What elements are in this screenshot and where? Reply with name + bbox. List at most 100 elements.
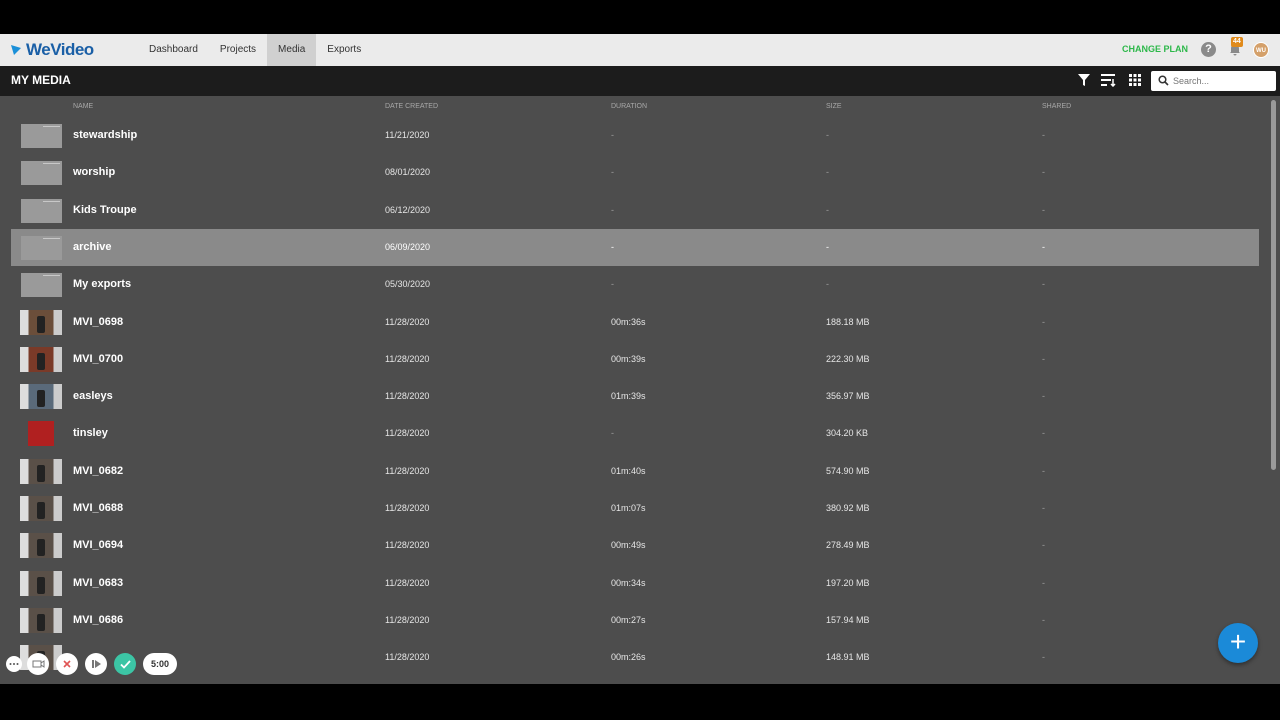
- media-thumbnail: [20, 458, 62, 484]
- cancel-recording-button[interactable]: [56, 653, 78, 675]
- media-thumbnail: [20, 309, 62, 335]
- table-row[interactable]: 11/28/2020 00m:26s 148.91 MB -: [11, 639, 1259, 676]
- nav-dashboard[interactable]: Dashboard: [138, 34, 209, 66]
- row-name: MVI_0694: [73, 539, 124, 552]
- row-shared: -: [1042, 391, 1045, 402]
- table-row[interactable]: MVI_0686 11/28/2020 00m:27s 157.94 MB -: [11, 602, 1259, 639]
- row-name: MVI_0686: [73, 613, 124, 626]
- row-shared: -: [1042, 241, 1045, 252]
- media-thumbnail: [20, 421, 62, 447]
- folder-icon: [21, 124, 62, 148]
- row-shared: -: [1042, 577, 1045, 588]
- row-duration: 00m:49s: [611, 540, 646, 551]
- row-size: -: [826, 279, 829, 290]
- help-icon[interactable]: ?: [1201, 42, 1216, 57]
- camera-icon: [32, 660, 44, 668]
- table-row[interactable]: easleys 11/28/2020 01m:39s 356.97 MB -: [11, 378, 1259, 415]
- row-duration: -: [611, 167, 614, 178]
- table-row[interactable]: MVI_0688 11/28/2020 01m:07s 380.92 MB -: [11, 490, 1259, 527]
- table-row[interactable]: MVI_0698 11/28/2020 00m:36s 188.18 MB -: [11, 304, 1259, 341]
- row-size: 278.49 MB: [826, 540, 870, 551]
- row-shared: -: [1042, 279, 1045, 290]
- table-row[interactable]: worship 08/01/2020 - - -: [11, 154, 1259, 191]
- row-duration: 01m:07s: [611, 503, 646, 513]
- top-navigation-bar: WeVideo Dashboard Projects Media Exports…: [0, 34, 1280, 66]
- row-date-created: 11/28/2020: [385, 316, 430, 327]
- table-row[interactable]: MVI_0694 11/28/2020 00m:49s 278.49 MB -: [11, 527, 1259, 564]
- recording-timer: 5:00: [143, 653, 178, 675]
- row-date-created: 06/09/2020: [385, 241, 431, 252]
- camera-toggle-button[interactable]: [27, 653, 49, 675]
- row-date-created: 11/28/2020: [385, 614, 430, 625]
- grid-view-icon[interactable]: [1128, 73, 1142, 87]
- column-header-duration[interactable]: DURATION: [611, 103, 647, 110]
- row-shared: -: [1042, 316, 1045, 327]
- table-row[interactable]: tinsley 11/28/2020 - 304.20 KB -: [11, 415, 1259, 452]
- row-name: MVI_0688: [73, 502, 124, 514]
- column-header-shared[interactable]: SHARED: [1042, 103, 1071, 110]
- page-title: MY MEDIA: [11, 73, 71, 87]
- finish-recording-button[interactable]: [114, 653, 136, 675]
- scrollbar[interactable]: [1271, 100, 1276, 470]
- row-duration: 00m:39s: [611, 353, 646, 364]
- user-avatar[interactable]: WU: [1253, 42, 1269, 58]
- nav-exports[interactable]: Exports: [316, 34, 372, 66]
- row-size: 188.18 MB: [826, 316, 870, 327]
- row-date-created: 11/28/2020: [385, 428, 430, 439]
- filter-icon[interactable]: [1077, 73, 1091, 87]
- row-size: -: [826, 204, 829, 215]
- row-size: 304.20 KB: [826, 428, 869, 439]
- media-list: NAME DATE CREATED DURATION SIZE SHARED s…: [0, 96, 1280, 684]
- table-row[interactable]: Kids Troupe 06/12/2020 - - -: [11, 192, 1259, 229]
- sort-icon[interactable]: [1101, 73, 1117, 87]
- add-button[interactable]: +: [1218, 623, 1258, 663]
- search-icon: [1158, 75, 1169, 86]
- row-duration: 00m:34s: [611, 577, 646, 588]
- row-duration: -: [611, 428, 614, 439]
- row-duration: -: [611, 241, 614, 252]
- table-row[interactable]: My exports 05/30/2020 - - -: [11, 266, 1259, 303]
- play-logo-icon: [11, 45, 21, 55]
- column-header-size[interactable]: SIZE: [826, 103, 842, 110]
- wevideo-logo[interactable]: WeVideo: [10, 40, 94, 59]
- row-name: MVI_0698: [73, 315, 124, 328]
- table-row[interactable]: stewardship 11/21/2020 - - -: [11, 117, 1259, 154]
- more-options-button[interactable]: [6, 656, 22, 672]
- row-size: 197.20 MB: [826, 577, 870, 588]
- table-row[interactable]: archive 06/09/2020 - - -: [11, 228, 1259, 266]
- search-input[interactable]: [1173, 73, 1269, 89]
- folder-icon: [21, 161, 62, 186]
- row-shared: -: [1042, 353, 1045, 364]
- row-duration: -: [611, 130, 614, 140]
- table-row[interactable]: MVI_0682 11/28/2020 01m:40s 574.90 MB -: [11, 453, 1259, 490]
- row-size: 148.91 MB: [826, 652, 870, 663]
- row-date-created: 11/28/2020: [385, 652, 430, 663]
- row-name: MVI_0700: [73, 352, 124, 365]
- table-row[interactable]: MVI_0700 11/28/2020 00m:39s 222.30 MB -: [11, 341, 1259, 378]
- media-thumbnail: [20, 570, 62, 596]
- recorder-toolbar: 5:00: [6, 652, 178, 676]
- pause-recording-button[interactable]: [85, 653, 107, 675]
- pause-play-icon: [91, 660, 101, 668]
- row-date-created: 11/28/2020: [385, 465, 430, 476]
- row-size: 356.97 MB: [826, 391, 870, 402]
- row-shared: -: [1042, 130, 1045, 140]
- change-plan-link[interactable]: CHANGE PLAN: [1122, 44, 1188, 54]
- row-shared: -: [1042, 428, 1045, 439]
- media-thumbnail: [20, 384, 62, 410]
- row-shared: -: [1042, 614, 1045, 625]
- search-box[interactable]: [1151, 71, 1276, 91]
- check-icon: [119, 659, 131, 669]
- column-header-name[interactable]: NAME: [73, 103, 93, 110]
- column-header-date[interactable]: DATE CREATED: [385, 103, 438, 110]
- nav-projects[interactable]: Projects: [209, 34, 267, 66]
- nav-media[interactable]: Media: [267, 34, 317, 66]
- table-row[interactable]: MVI_0683 11/28/2020 00m:34s 197.20 MB -: [11, 565, 1259, 602]
- row-name: Kids Troupe: [73, 203, 137, 216]
- row-shared: -: [1042, 540, 1045, 551]
- row-duration: 00m:36s: [611, 316, 646, 327]
- row-size: -: [826, 130, 829, 140]
- row-shared: -: [1042, 167, 1045, 178]
- row-shared: -: [1042, 652, 1045, 663]
- row-duration: -: [611, 204, 614, 215]
